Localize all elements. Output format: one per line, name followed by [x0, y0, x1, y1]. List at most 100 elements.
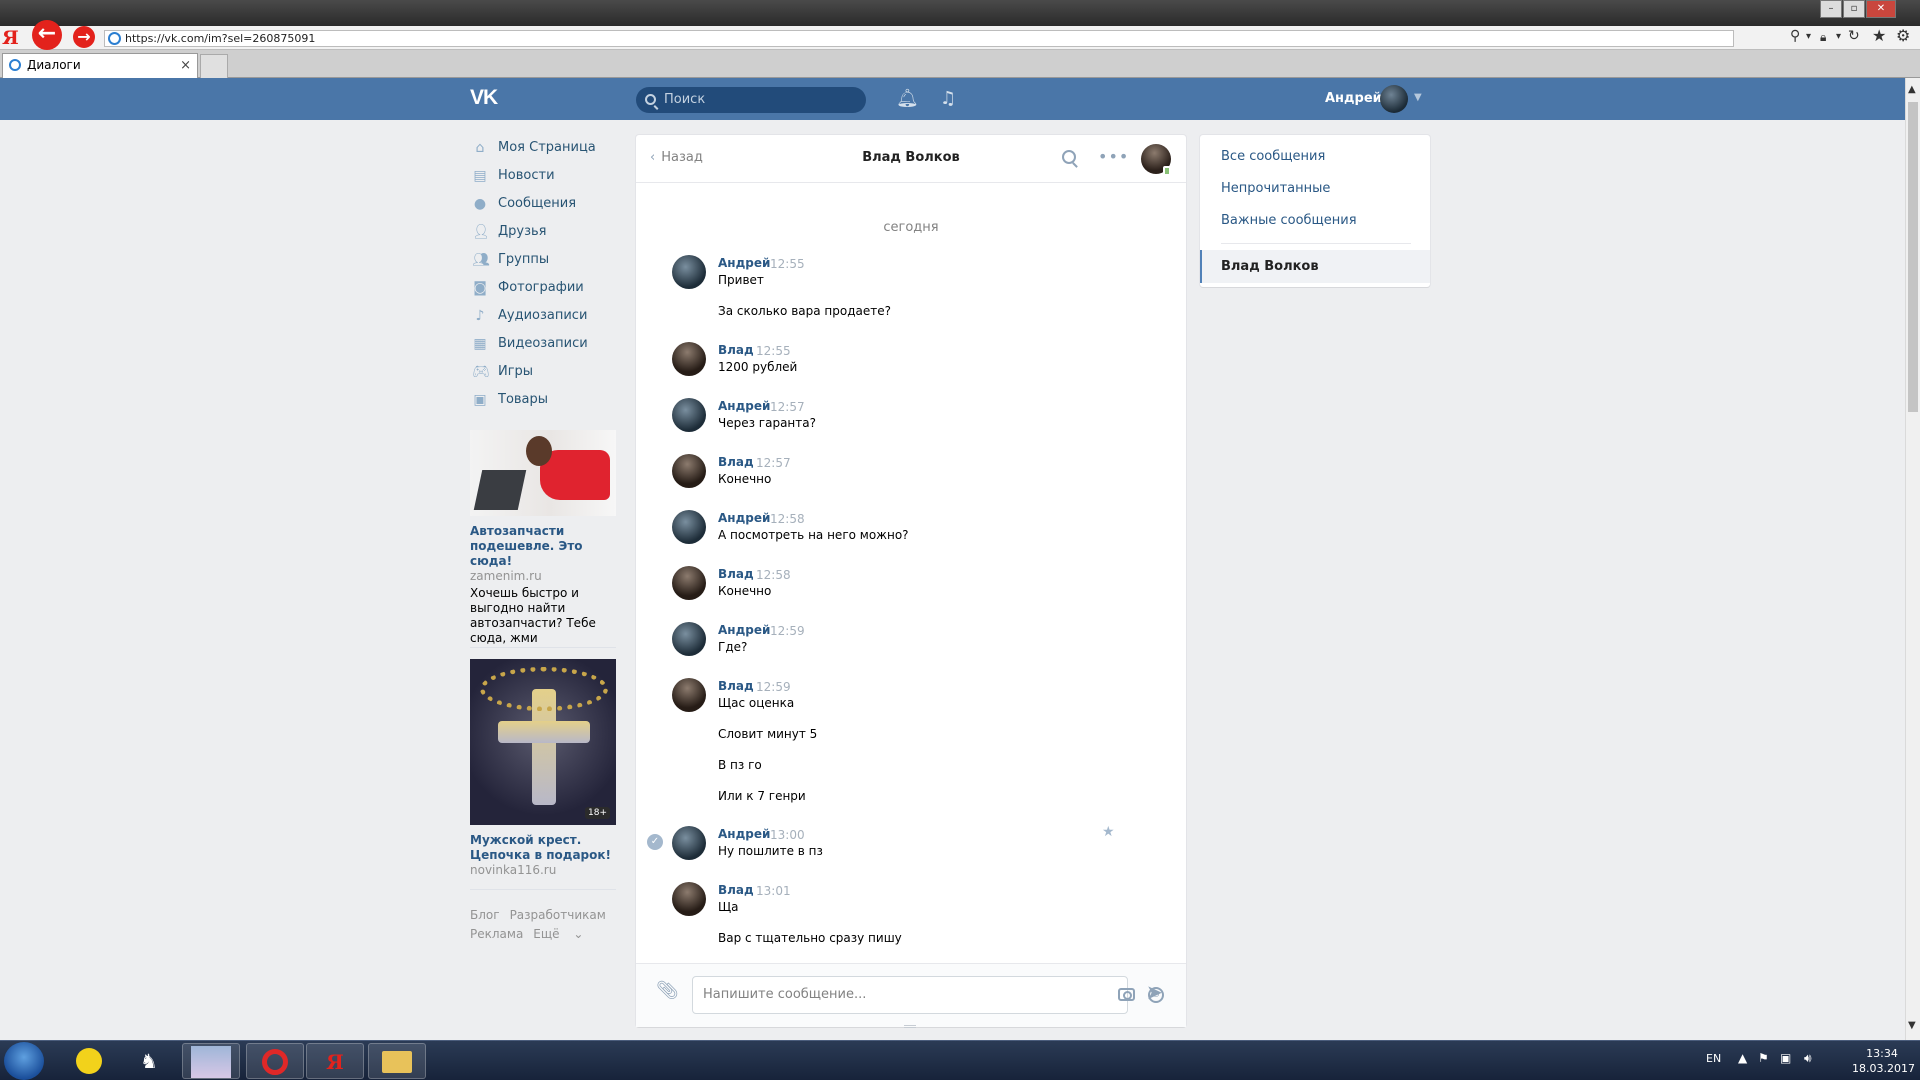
message-input-placeholder: Напишите сообщение... [703, 987, 867, 1002]
action-center-flag-icon[interactable]: ⚑ [1758, 1051, 1769, 1065]
lock-icon[interactable]: 🔒︎ [1820, 30, 1826, 45]
tab-dialogs[interactable]: Диалоги × [2, 53, 198, 78]
tab-close-icon[interactable]: × [180, 54, 191, 77]
menu-item-audio[interactable]: ♪ Аудиозаписи [470, 305, 620, 333]
menu-item-video[interactable]: ▦ Видеозаписи [470, 333, 620, 361]
menu-item-friends[interactable]: 👤︎ Друзья [470, 221, 620, 249]
menu-item-news[interactable]: ▤ Новости [470, 165, 620, 193]
search-icon[interactable] [1062, 150, 1076, 164]
folder-icon[interactable] [368, 1043, 426, 1079]
game-app-icon[interactable]: ♞ [120, 1043, 178, 1079]
refresh-icon[interactable]: ↻ [1848, 28, 1860, 44]
paperclip-icon[interactable]: 📎︎ [656, 980, 679, 1001]
chevron-down-icon[interactable]: ▼ [1414, 92, 1422, 103]
maximize-button[interactable]: ▫ [1843, 0, 1865, 18]
footer-link-developers[interactable]: Разработчикам [510, 908, 606, 922]
notifications-bell-icon[interactable]: 🔔︎ [896, 88, 919, 109]
settings-gear-icon[interactable]: ⚙ [1896, 26, 1910, 45]
photo-app-icon[interactable] [182, 1043, 240, 1079]
menu-item-games[interactable]: 🎮︎ Игры [470, 361, 620, 389]
scroll-thumb[interactable] [1908, 102, 1918, 412]
address-dropdown-icon[interactable]: ▾ [1806, 31, 1811, 42]
message-author[interactable]: Андрей [718, 623, 770, 637]
message-input[interactable]: Напишите сообщение... ◡ [692, 976, 1164, 1014]
menu-item-my-page[interactable]: ⌂ Моя Страница [470, 137, 620, 165]
yandex-browser-icon[interactable]: Я [306, 1043, 364, 1079]
footer-link-ads[interactable]: Реклама [470, 927, 523, 941]
message-author[interactable]: Влад [718, 679, 754, 693]
author-avatar[interactable] [672, 398, 706, 432]
more-options-icon[interactable]: ••• [1098, 147, 1129, 166]
ad-image[interactable] [470, 430, 616, 516]
window-close-button[interactable]: ✕ [1866, 0, 1896, 18]
check-icon[interactable]: ✓ [647, 834, 663, 850]
message-text: Или к 7 генри [718, 789, 806, 803]
address-search-icon[interactable]: ⚲ [1790, 28, 1800, 44]
menu-item-photos[interactable]: ◙ Фотографии [470, 277, 620, 305]
security-dropdown-icon[interactable]: ▾ [1836, 31, 1841, 42]
divider [1221, 243, 1411, 244]
smiley-app-icon[interactable] [60, 1043, 118, 1079]
music-note-icon[interactable]: ♫ [940, 88, 956, 109]
author-avatar[interactable] [672, 255, 706, 289]
opera-icon[interactable] [246, 1043, 304, 1079]
author-avatar[interactable] [672, 342, 706, 376]
vk-logo[interactable]: VK [470, 86, 498, 110]
star-icon[interactable]: ★ [1102, 824, 1115, 840]
ad-title[interactable]: Автозапчасти подешевле. Это сюда! [470, 524, 616, 569]
favorites-star-icon[interactable]: ★ [1872, 26, 1886, 45]
active-chat-item[interactable]: Влад Волков [1200, 250, 1430, 283]
message-author[interactable]: Андрей [718, 827, 770, 841]
author-avatar[interactable] [672, 510, 706, 544]
volume-icon[interactable]: 🔊︎ [1804, 1051, 1812, 1066]
resize-handle[interactable] [904, 1025, 916, 1028]
ad-image[interactable]: 18+ [470, 659, 616, 825]
filter-important[interactable]: Важные сообщения [1221, 213, 1357, 228]
message-text: Словит минут 5 [718, 727, 818, 741]
ad-block-auto-parts[interactable]: Автозапчасти подешевле. Это сюда! zameni… [470, 430, 616, 646]
ad-block-cross[interactable]: 18+ Мужской крест. Цепочка в подарок! no… [470, 659, 616, 878]
scroll-up-icon[interactable]: ▲ [1908, 84, 1916, 95]
footer-link-blog[interactable]: Блог [470, 908, 500, 922]
message-author[interactable]: Андрей [718, 399, 770, 413]
menu-item-groups[interactable]: 👥︎ Группы [470, 249, 620, 277]
message-author[interactable]: Влад [718, 883, 754, 897]
tray-expand-icon[interactable]: ▲ [1738, 1051, 1747, 1065]
minimize-button[interactable]: – [1820, 0, 1842, 18]
header-search-input[interactable]: Поиск [636, 87, 866, 113]
header-avatar[interactable] [1380, 85, 1408, 113]
taskbar-clock[interactable]: 13:34 18.03.2017 [1852, 1046, 1915, 1076]
ad-title[interactable]: Мужской крест. Цепочка в подарок! [470, 833, 616, 863]
page-scrollbar[interactable]: ▲ ▼ [1905, 78, 1920, 1040]
menu-item-messages[interactable]: ● Сообщения [470, 193, 620, 221]
send-icon[interactable]: ➤ [1146, 980, 1163, 1004]
author-avatar[interactable] [672, 566, 706, 600]
yandex-logo-icon: Я [2, 27, 19, 49]
message-author[interactable]: Андрей [718, 511, 770, 525]
footer-link-more[interactable]: Ещё ⌄ [533, 927, 593, 941]
message-author[interactable]: Влад [718, 343, 754, 357]
url-input[interactable]: https://vk.com/im?sel=260875091 [104, 30, 1734, 47]
filter-unread[interactable]: Непрочитанные [1221, 181, 1330, 196]
filter-all-messages[interactable]: Все сообщения [1221, 149, 1325, 164]
message-author[interactable]: Влад [718, 455, 754, 469]
camera-icon[interactable] [1118, 988, 1135, 1001]
message-author[interactable]: Андрей [718, 256, 770, 270]
message-author[interactable]: Влад [718, 567, 754, 581]
author-avatar[interactable] [672, 882, 706, 916]
network-icon[interactable]: ▣ [1780, 1051, 1791, 1065]
scroll-down-icon[interactable]: ▼ [1908, 1020, 1916, 1031]
forward-arrow-icon[interactable]: → [73, 26, 95, 48]
new-tab-button[interactable] [200, 54, 228, 78]
start-button[interactable] [4, 1042, 44, 1080]
header-user-name[interactable]: Андрей [1325, 91, 1382, 106]
message-time: 13:01 [756, 884, 791, 898]
author-avatar[interactable] [672, 622, 706, 656]
back-arrow-icon[interactable]: ← [32, 20, 62, 50]
author-avatar[interactable] [672, 826, 706, 860]
language-indicator[interactable]: EN [1706, 1052, 1721, 1065]
home-icon: ⌂ [475, 140, 485, 156]
menu-item-goods[interactable]: ▣ Товары [470, 389, 620, 417]
author-avatar[interactable] [672, 678, 706, 712]
author-avatar[interactable] [672, 454, 706, 488]
